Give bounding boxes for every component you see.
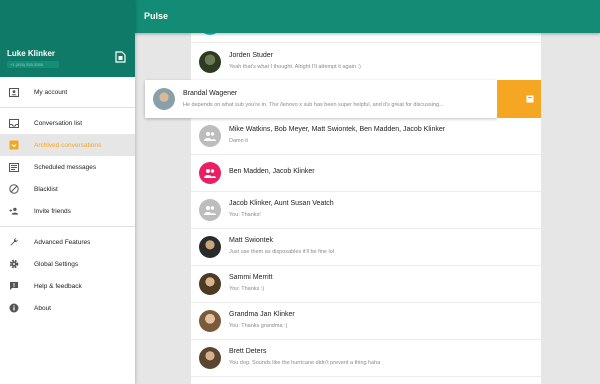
nav-global-settings[interactable]: Global Settings: [0, 253, 135, 275]
conversation-snippet: Just use them as disposables it'll be fi…: [229, 249, 334, 255]
nav-conversation-list[interactable]: Conversation list: [0, 112, 135, 134]
avatar: [199, 51, 221, 73]
conversation-row[interactable]: Grandma Jan Klinker You: Thanks grandma …: [191, 303, 541, 340]
nav-invite-friends[interactable]: Invite friends: [0, 200, 135, 222]
sim-card-icon[interactable]: [115, 51, 126, 63]
nav-label: Conversation list: [34, 119, 83, 127]
nav-scheduled-messages[interactable]: Scheduled messages: [0, 156, 135, 178]
group-icon: [204, 169, 216, 178]
conversation-row[interactable]: Matt Swiontek Just use them as disposabl…: [191, 229, 541, 266]
schedule-icon: [9, 162, 19, 172]
nav-my-account[interactable]: My account: [0, 81, 135, 103]
nav-label: Archived conversations: [34, 141, 102, 149]
feedback-icon: [9, 281, 19, 291]
archive-icon: [526, 95, 534, 103]
conversation-name: Jorden Studer: [229, 52, 273, 59]
conversation-snippet: You dog. Sounds like the hurricane didn'…: [229, 360, 381, 366]
conversation-snippet: You: Thanks :): [229, 286, 265, 292]
navigation-drawer: Luke Klinker +1 (555) 555-5555 My accoun…: [0, 0, 135, 384]
user-phone: +1 (555) 555-5555: [7, 61, 59, 68]
swiped-conversation-row[interactable]: Brandal Wagener He depends on what sub y…: [145, 80, 541, 118]
conversation-name: Sammi Merritt: [229, 274, 273, 281]
conversation-row[interactable]: Jorden Studer Yeah that's what I thought…: [191, 44, 541, 81]
nav-help-feedback[interactable]: Help & feedback: [0, 275, 135, 297]
nav-label: Global Settings: [34, 260, 79, 268]
block-icon: [9, 184, 19, 194]
conversation-snippet: Damn it: [229, 138, 248, 144]
drawer-header: Luke Klinker +1 (555) 555-5555: [0, 0, 135, 77]
nav-label: Blacklist: [34, 185, 58, 193]
nav-advanced-features[interactable]: Advanced Features: [0, 231, 135, 253]
conversation-row[interactable]: Jacob Klinker, Aunt Susan Veatch You: Th…: [191, 192, 541, 229]
group-icon: [204, 132, 216, 141]
conversation-row[interactable]: Ben Madden, Jacob Klinker: [191, 155, 541, 192]
nav-label: Advanced Features: [34, 238, 91, 246]
divider: [0, 107, 135, 108]
conversation-name: Mike Watkins, Bob Meyer, Matt Swiontek, …: [229, 126, 446, 133]
group-avatar: [199, 162, 221, 184]
avatar: [153, 88, 175, 110]
gear-icon: [9, 259, 19, 269]
nav-about[interactable]: About: [0, 297, 135, 319]
group-avatar: [199, 125, 221, 147]
nav-label: My account: [34, 88, 68, 96]
wrench-icon: [9, 237, 19, 247]
conversation-name: Ben Madden, Jacob Klinker: [229, 168, 315, 175]
inbox-icon: [9, 118, 19, 128]
app-title: Pulse: [144, 11, 169, 21]
conversation-name: Brandal Wagener: [183, 90, 238, 97]
avatar: [199, 347, 221, 369]
swiped-conversation-card[interactable]: Brandal Wagener He depends on what sub y…: [145, 80, 497, 118]
nav-label: About: [34, 304, 51, 312]
divider: [0, 226, 135, 227]
nav-label: Invite friends: [34, 207, 71, 215]
group-avatar: [199, 199, 221, 221]
conversation-name: Matt Swiontek: [229, 237, 273, 244]
conversation-row[interactable]: Mike Watkins, Bob Meyer, Matt Swiontek, …: [191, 118, 541, 155]
archive-swipe-action[interactable]: [497, 80, 541, 118]
nav-archived-conversations[interactable]: Archived conversations: [0, 134, 135, 156]
conversation-name: Grandma Jan Klinker: [229, 311, 295, 318]
conversation-snippet: You: Thanks grandma :): [229, 323, 288, 329]
avatar: [199, 273, 221, 295]
info-icon: [9, 303, 19, 313]
conversation-snippet: Yeah that's what I thought. Alright I'll…: [229, 64, 361, 70]
account-icon: [9, 87, 19, 97]
avatar: [199, 310, 221, 332]
group-icon: [204, 206, 216, 215]
conversation-snippet: You: Thanks!: [229, 212, 261, 218]
conversation-name: Brett Deters: [229, 348, 267, 355]
conversation-row[interactable]: Sammi Merritt You: Thanks :): [191, 266, 541, 303]
invite-icon: [9, 206, 19, 216]
avatar: [199, 236, 221, 258]
conversation-name: Jacob Klinker, Aunt Susan Veatch: [229, 200, 334, 207]
conversation-row[interactable]: Brett Deters You dog. Sounds like the hu…: [191, 340, 541, 377]
nav-blacklist[interactable]: Blacklist: [0, 178, 135, 200]
nav-label: Scheduled messages: [34, 163, 97, 171]
archive-icon: [9, 140, 19, 150]
conversation-snippet: He depends on what sub you're in. The /l…: [183, 102, 444, 108]
nav-label: Help & feedback: [34, 282, 82, 290]
